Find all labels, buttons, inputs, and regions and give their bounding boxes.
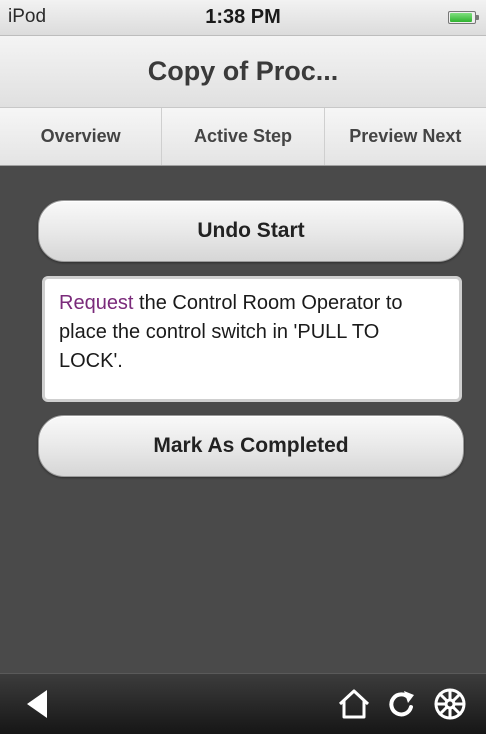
main-content: Undo Start Request the Control Room Oper… bbox=[0, 167, 486, 673]
status-time: 1:38 PM bbox=[205, 6, 281, 28]
tab-bar: Overview Active Step Preview Next bbox=[0, 108, 486, 166]
undo-start-button[interactable]: Undo Start bbox=[38, 200, 464, 262]
step-action-verb: Request bbox=[59, 292, 134, 314]
back-icon[interactable] bbox=[18, 684, 58, 724]
header: Copy of Proc... bbox=[0, 36, 486, 108]
bottom-toolbar bbox=[0, 673, 486, 734]
settings-icon[interactable] bbox=[430, 684, 470, 724]
mark-completed-button[interactable]: Mark As Completed bbox=[38, 415, 464, 477]
battery-level-fill bbox=[450, 13, 473, 22]
status-bar: iPod 1:38 PM bbox=[0, 0, 486, 36]
refresh-icon[interactable] bbox=[381, 684, 421, 724]
home-icon[interactable] bbox=[334, 684, 374, 724]
app-screen: iPod 1:38 PM Copy of Proc... Overview Ac… bbox=[0, 0, 486, 734]
page-title: Copy of Proc... bbox=[147, 56, 339, 86]
tab-preview-next[interactable]: Preview Next bbox=[325, 108, 486, 165]
battery-icon bbox=[448, 11, 479, 24]
tab-overview[interactable]: Overview bbox=[0, 108, 163, 165]
step-instruction-card: Request the Control Room Operator to pla… bbox=[42, 276, 462, 402]
tab-active-step[interactable]: Active Step bbox=[162, 108, 325, 165]
